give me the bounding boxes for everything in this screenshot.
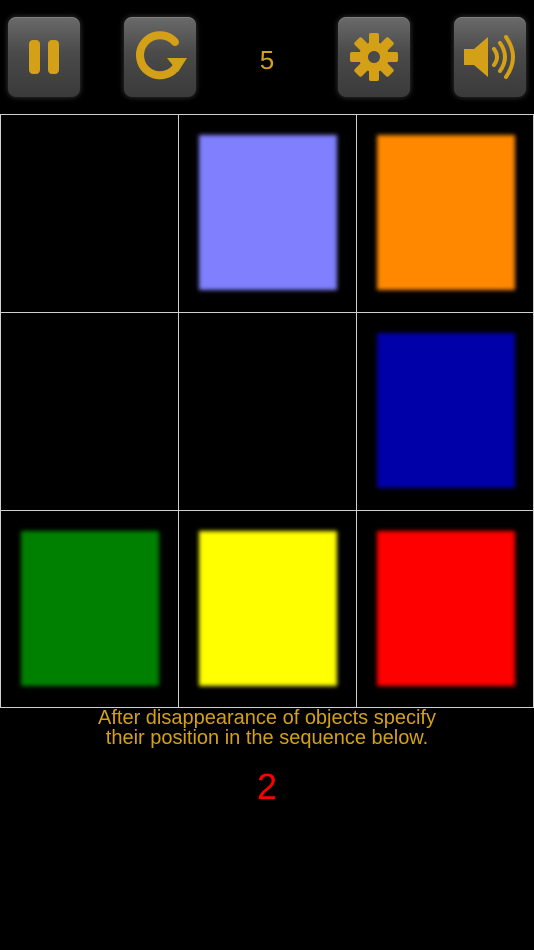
color-tile [377,135,515,290]
gear-icon [350,33,398,81]
sequence-counter: 2 [256,766,278,807]
sound-button[interactable] [454,17,526,97]
instructions-text: After disappearance of objects specify t… [0,708,534,748]
grid-cell-r0-c2[interactable] [356,114,534,313]
instructions-line-2: their position in the sequence below. [105,727,429,749]
grid-cell-r2-c0[interactable] [0,510,179,708]
top-toolbar: 5 [0,0,534,113]
grid-cell-r2-c2[interactable] [356,510,534,708]
instructions-line-1: After disappearance of objects specify [98,707,436,729]
color-tile [199,135,337,290]
color-tile [377,333,515,488]
grid-cell-r2-c1[interactable] [178,510,357,708]
grid-cell-r1-c2[interactable] [356,312,534,511]
color-tile [199,531,337,686]
grid-cell-r0-c0[interactable] [0,114,179,313]
grid-cell-r1-c0[interactable] [0,312,179,511]
color-tile [21,531,159,686]
pause-button[interactable] [8,17,80,97]
grid-cell-r1-c1[interactable] [178,312,357,511]
restart-button[interactable] [124,17,196,97]
restart-icon [136,31,187,80]
grid-cell-r0-c1[interactable] [178,114,357,313]
speaker-icon [464,35,515,79]
settings-button[interactable] [338,17,410,97]
level-number: 5 [259,45,275,75]
pause-icon [29,40,59,74]
game-grid [0,114,534,708]
color-tile [377,531,515,686]
